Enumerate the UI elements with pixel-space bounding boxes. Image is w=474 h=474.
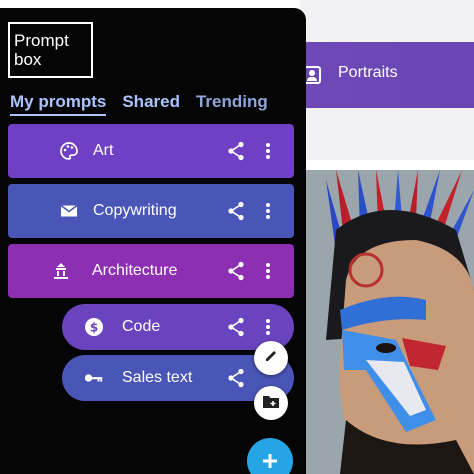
app-logo[interactable]: Prompt box [8,22,93,78]
share-icon[interactable] [226,368,246,388]
detail-title: Portraits [338,64,398,81]
building-icon [51,261,71,281]
prompt-item-architecture[interactable]: Architecture [8,244,294,298]
dollar-coin-icon: $ [84,317,104,337]
edit-button[interactable] [254,341,288,375]
more-options-icon[interactable] [258,201,278,221]
folder-plus-icon [262,393,280,413]
logo-line-2: box [14,50,42,69]
prompt-label: Code [122,318,161,335]
logo-line-1: Prompt [14,31,69,50]
more-options-icon[interactable] [258,141,278,161]
prompt-label: Copywriting [93,202,177,219]
portrait-image[interactable] [306,170,474,474]
prompt-label: Sales text [122,369,193,386]
share-icon[interactable] [226,201,246,221]
more-options-icon[interactable] [258,261,278,281]
palette-icon [59,141,79,161]
more-options-icon[interactable] [258,317,278,337]
prompt-item-code[interactable]: $ Code [62,304,294,350]
prompt-label: Architecture [92,262,178,279]
portrait-illustration [306,170,474,474]
svg-text:$: $ [90,321,98,335]
tab-shared[interactable]: Shared [122,92,180,116]
tab-bar: My prompts Shared Trending [10,92,268,116]
share-icon[interactable] [226,141,246,161]
prompt-label: Art [93,142,114,159]
share-icon[interactable] [226,317,246,337]
share-icon[interactable] [226,261,246,281]
tab-trending[interactable]: Trending [196,92,268,116]
key-icon [84,368,104,388]
plus-icon [260,445,280,474]
new-folder-button[interactable] [254,386,288,420]
pencil-icon [263,348,279,368]
prompt-item-art[interactable]: Art [8,124,294,178]
envelope-icon [59,201,79,221]
prompt-item-copywriting[interactable]: Copywriting [8,184,294,238]
tab-my-prompts[interactable]: My prompts [10,92,107,116]
